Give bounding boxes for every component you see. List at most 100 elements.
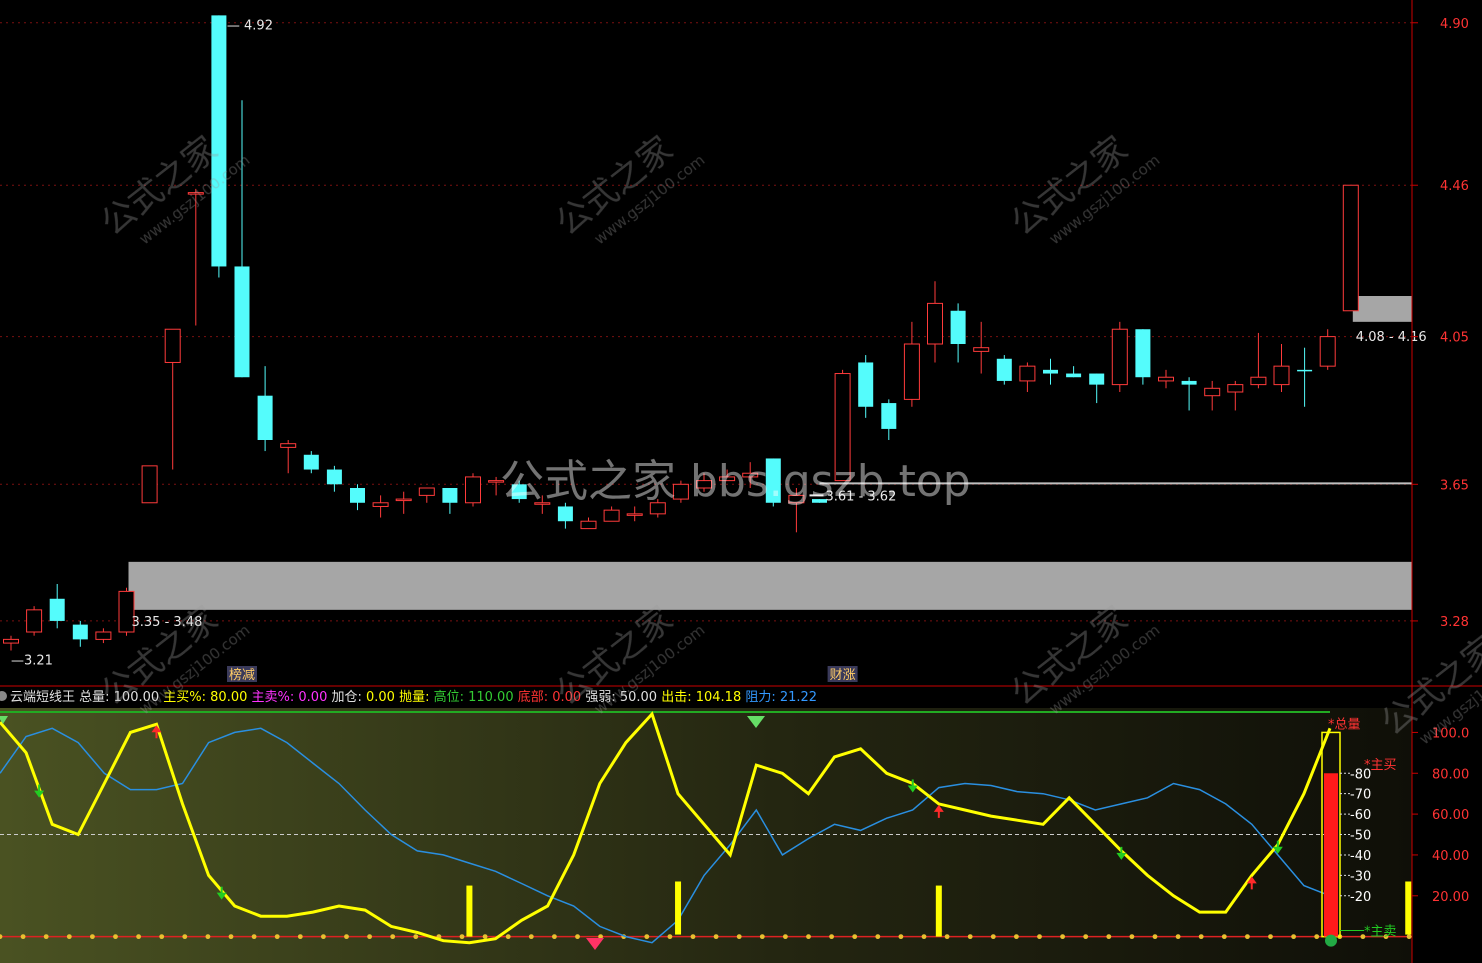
total-volume-label: *总量 [1328, 717, 1361, 732]
candle-body [626, 513, 643, 516]
legend-key: 阻力: [741, 690, 776, 705]
baseline-dot [321, 934, 326, 940]
baseline-dot [690, 934, 696, 940]
candle-body [326, 469, 342, 485]
candle-body [1250, 376, 1267, 386]
indicator-panel-bg [0, 708, 1412, 963]
main-buy-bar [1324, 773, 1338, 937]
baseline-dot [644, 934, 650, 940]
candle-body [418, 487, 435, 496]
candle-body [1204, 387, 1221, 397]
baseline-dot [182, 934, 188, 940]
legend-key: 底部: [514, 689, 549, 705]
indicator-tick-label: 80.00 [1432, 767, 1469, 782]
baseline-dot [806, 934, 811, 940]
baseline-dot [528, 934, 534, 940]
baseline-dot [1198, 934, 1204, 940]
baseline-dot [136, 934, 142, 940]
baseline-dot [390, 934, 396, 940]
baseline-dot [1406, 934, 1412, 940]
candle-body [95, 631, 112, 640]
baseline-dot [505, 934, 511, 940]
legend-key: 出击: [657, 690, 692, 705]
baseline-dot [1060, 934, 1065, 940]
candle-body [950, 310, 966, 344]
baseline-dot [90, 934, 95, 940]
baseline-dot [113, 934, 118, 940]
baseline-dot [367, 934, 372, 940]
candle-body [1297, 369, 1313, 372]
candle-body [1227, 384, 1244, 393]
event-badge: 榜减 [229, 667, 255, 683]
baseline-dot [1037, 934, 1042, 940]
signal-pillar [675, 881, 682, 935]
candle-body [1066, 373, 1082, 378]
baseline-dot [552, 934, 557, 940]
candle-body [603, 509, 620, 522]
baseline-dot [159, 934, 165, 940]
candle-body [858, 362, 874, 407]
main-sell-label: *主卖 [1364, 924, 1397, 939]
legend-key: 主卖%: [247, 690, 294, 705]
candle-body [1135, 329, 1151, 378]
baseline-dot [297, 934, 303, 940]
candle-body [580, 520, 597, 530]
candle-body [442, 488, 458, 503]
baseline-dot [20, 934, 26, 940]
baseline-dot [667, 934, 673, 940]
indicator-tick-label: 20.00 [1432, 890, 1469, 905]
candle-body [1342, 184, 1359, 312]
candle-body [395, 498, 412, 502]
candle-body [557, 506, 573, 522]
baseline-dot [783, 934, 788, 940]
event-badge: 财涨 [830, 668, 856, 683]
candle-body [3, 638, 19, 644]
zone-label: 4.08 - 4.16 [1356, 330, 1427, 345]
baseline-dot [713, 934, 719, 940]
price-zone [1352, 296, 1412, 322]
price-tick-label: 4.46 [1440, 179, 1469, 194]
legend-key: 加仓: [327, 690, 362, 705]
baseline-dot [852, 934, 858, 940]
candle-body [1089, 373, 1105, 385]
baseline-dot [413, 934, 419, 940]
high-mark: — 4.92 [227, 18, 273, 33]
baseline-dot [1014, 934, 1019, 940]
bar-scale-label: -30 [1350, 869, 1371, 884]
candle-body [1158, 376, 1174, 382]
baseline-dot [1129, 934, 1135, 940]
legend-value: 0.00 [294, 690, 327, 705]
baseline-dot [205, 934, 211, 940]
baseline-dot [344, 934, 349, 940]
candle-body [903, 343, 920, 400]
candle-body [465, 476, 481, 504]
bar-scale-label: -20 [1350, 890, 1371, 905]
candle-body [72, 624, 88, 640]
candle-body [26, 609, 43, 633]
price-zone [128, 561, 1412, 610]
indicator-toggle-icon[interactable] [0, 691, 7, 701]
baseline-dot [228, 934, 234, 940]
candle-body [372, 502, 389, 507]
baseline-dot [1314, 934, 1320, 940]
candle-body [350, 488, 365, 503]
legend-value: 21.22 [776, 690, 817, 705]
baseline-dot [1106, 934, 1112, 940]
watermark-center: 公式之家 bbs.gszb.top [500, 456, 971, 507]
baseline-dot [43, 934, 49, 940]
candle-body [1019, 365, 1036, 382]
baseline-dot [1291, 934, 1296, 940]
candle-body [303, 454, 319, 470]
baseline-dot [1221, 934, 1227, 940]
candle-body [973, 347, 990, 352]
signal-pillar [1405, 881, 1412, 935]
candle-body [996, 358, 1012, 381]
main-buy-label: *主买 [1364, 758, 1397, 773]
chart-stage: 3.35 - 3.484.08 - 4.163.61 - 3.62— 4.92—… [0, 0, 1482, 963]
baseline-dot [1152, 934, 1158, 940]
indicator-tick-label: 40.00 [1432, 849, 1469, 864]
candle-body [211, 15, 227, 267]
price-tick-label: 4.90 [1440, 17, 1469, 32]
baseline-dot [759, 934, 765, 940]
baseline-dot [482, 934, 488, 940]
